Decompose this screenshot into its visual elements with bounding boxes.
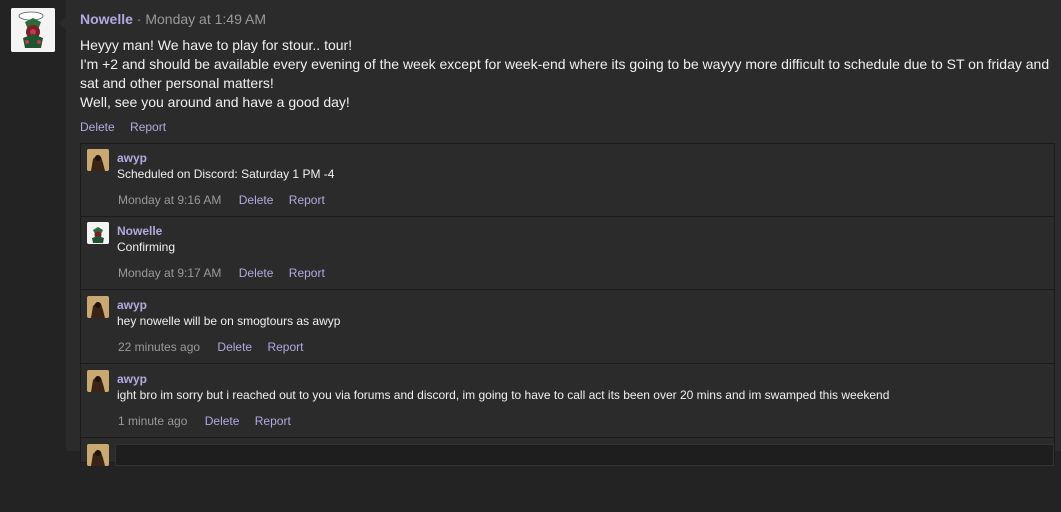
comment-report-link[interactable]: Report	[289, 266, 325, 280]
awyp-avatar-icon	[87, 296, 109, 318]
post-author-avatar[interactable]	[11, 8, 55, 52]
comment-delete-link[interactable]: Delete	[217, 340, 252, 354]
post-body-line: Well, see you around and have a good day…	[80, 94, 350, 110]
comment-meta: Monday at 9:16 AM Delete Report	[118, 193, 337, 207]
comment-report-link[interactable]: Report	[289, 193, 325, 207]
comment-report-link[interactable]: Report	[255, 414, 291, 428]
reply-composer-row	[81, 439, 1054, 512]
awyp-avatar-icon	[87, 444, 109, 466]
comment-author-link[interactable]: Nowelle	[117, 224, 162, 238]
comment-timestamp[interactable]: 22 minutes ago	[118, 340, 200, 354]
nowelle-avatar-icon	[87, 222, 109, 244]
awyp-avatar-icon	[87, 149, 109, 171]
comment-text: Confirming	[117, 240, 176, 254]
comment-item: awyp ight bro im sorry but i reached out…	[81, 365, 1054, 438]
comment-meta: 1 minute ago Delete Report	[118, 414, 303, 428]
comment-meta: Monday at 9:17 AM Delete Report	[118, 266, 337, 280]
comment-timestamp[interactable]: Monday at 9:17 AM	[118, 266, 221, 280]
comment-text: Scheduled on Discord: Saturday 1 PM -4	[117, 167, 335, 181]
comment-item: Nowelle Confirming Monday at 9:17 AM Del…	[81, 217, 1054, 290]
post-timestamp[interactable]: Monday at 1:49 AM	[145, 11, 266, 27]
comment-meta: 22 minutes ago Delete Report	[118, 340, 315, 354]
post-body: Heyyy man! We have to play for stour.. t…	[80, 36, 1055, 112]
comment-author-link[interactable]: awyp	[117, 372, 147, 386]
comment-author-link[interactable]: awyp	[117, 151, 147, 165]
profile-post: Nowelle · Monday at 1:49 AM Heyyy man! W…	[59, 0, 1061, 466]
post-report-link[interactable]: Report	[130, 120, 166, 134]
comment-avatar[interactable]	[87, 296, 109, 318]
comment-avatar[interactable]	[87, 222, 109, 244]
comment-item: awyp Scheduled on Discord: Saturday 1 PM…	[81, 144, 1054, 217]
comment-delete-link[interactable]: Delete	[205, 414, 240, 428]
comment-text: hey nowelle will be on smogtours as awyp	[117, 314, 341, 328]
comments-list: awyp Scheduled on Discord: Saturday 1 PM…	[80, 143, 1055, 466]
comment-delete-link[interactable]: Delete	[239, 193, 274, 207]
nowelle-avatar-icon	[11, 8, 55, 52]
comment-delete-link[interactable]: Delete	[239, 266, 274, 280]
composer-avatar	[87, 444, 109, 466]
post-separator: ·	[136, 11, 142, 27]
post-body-line: Heyyy man! We have to play for stour.. t…	[80, 37, 353, 53]
comment-text: ight bro im sorry but i reached out to y…	[117, 388, 890, 402]
comment-item: awyp hey nowelle will be on smogtours as…	[81, 291, 1054, 364]
post-delete-link[interactable]: Delete	[80, 120, 115, 134]
comment-author-link[interactable]: awyp	[117, 298, 147, 312]
post-header: Nowelle · Monday at 1:49 AM	[80, 11, 266, 27]
comment-avatar[interactable]	[87, 149, 109, 171]
awyp-avatar-icon	[87, 370, 109, 392]
comment-timestamp[interactable]: 1 minute ago	[118, 414, 187, 428]
reply-input[interactable]	[115, 444, 1054, 466]
post-actions: Delete Report	[80, 120, 178, 134]
post-author-link[interactable]: Nowelle	[80, 11, 133, 27]
comment-timestamp[interactable]: Monday at 9:16 AM	[118, 193, 221, 207]
comment-avatar[interactable]	[87, 370, 109, 392]
comment-report-link[interactable]: Report	[267, 340, 303, 354]
post-body-line: I'm +2 and should be available every eve…	[80, 56, 1050, 91]
post-pointer-arrow	[59, 16, 66, 30]
